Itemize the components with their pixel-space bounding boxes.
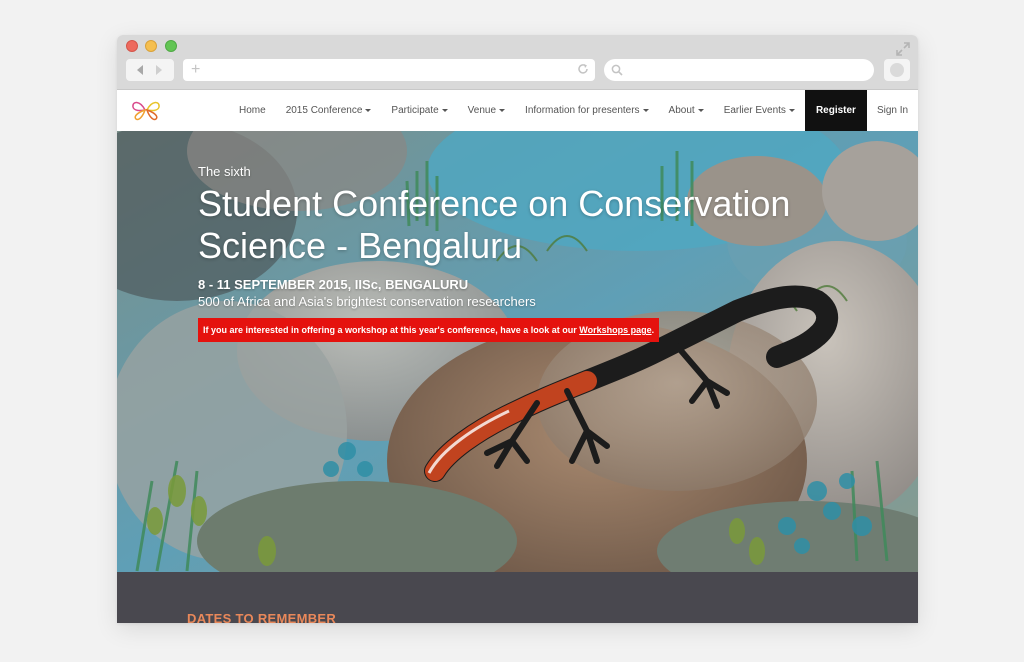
caret-down-icon <box>788 108 795 112</box>
register-button[interactable]: Register <box>804 90 867 131</box>
site-navbar: Home 2015 Conference Participate Venue I… <box>117 90 918 132</box>
hero-tagline: 500 of Africa and Asia's brightest conse… <box>198 294 536 309</box>
main-menu: Home 2015 Conference Participate Venue I… <box>229 90 918 131</box>
extension-icon <box>890 63 904 77</box>
nav-information-for-presenters[interactable]: Information for presenters <box>515 90 659 131</box>
dates-section: DATES TO REMEMBER <box>117 572 918 623</box>
caret-down-icon <box>365 108 372 112</box>
nav-home[interactable]: Home <box>229 90 276 131</box>
minimize-dot-icon[interactable] <box>145 40 157 52</box>
reload-icon[interactable] <box>577 63 589 75</box>
search-icon <box>611 64 623 76</box>
page-title: Student Conference on Conservation Scien… <box>198 183 791 266</box>
caret-down-icon <box>441 108 448 112</box>
conference-dates: 8 - 11 SEPTEMBER 2015, IISc, BENGALURU <box>198 277 469 292</box>
nav-earlier-events[interactable]: Earlier Events <box>714 90 805 131</box>
alert-period: . <box>651 325 655 335</box>
workshops-page-link[interactable]: Workshops page <box>579 325 651 335</box>
close-dot-icon[interactable] <box>126 40 138 52</box>
dates-heading: DATES TO REMEMBER <box>187 611 337 623</box>
nav-2015-conference[interactable]: 2015 Conference <box>276 90 382 131</box>
expand-icon[interactable] <box>896 42 910 56</box>
plus-icon[interactable]: + <box>191 62 200 78</box>
caret-down-icon <box>499 108 506 112</box>
browser-window: + Home 2015 Conference Participate Venue… <box>117 35 918 623</box>
zoom-dot-icon[interactable] <box>165 40 177 52</box>
caret-down-icon <box>697 108 704 112</box>
nav-about[interactable]: About <box>659 90 714 131</box>
hero-eyebrow: The sixth <box>198 164 251 179</box>
back-arrow-icon[interactable] <box>135 64 145 76</box>
butterfly-logo[interactable] <box>130 98 162 122</box>
forward-arrow-icon[interactable] <box>154 64 164 76</box>
sign-in-link[interactable]: Sign In <box>867 90 918 131</box>
hero-content: The sixth Student Conference on Conserva… <box>198 164 828 342</box>
extension-button[interactable] <box>884 59 910 81</box>
browser-search-input[interactable] <box>604 59 874 81</box>
hero-banner: The sixth Student Conference on Conserva… <box>117 131 918 572</box>
address-bar[interactable]: + <box>183 59 595 81</box>
alert-text: If you are interested in offering a work… <box>203 325 580 335</box>
caret-down-icon <box>642 108 649 112</box>
workshop-alert: If you are interested in offering a work… <box>198 318 660 342</box>
nav-venue[interactable]: Venue <box>458 90 515 131</box>
browser-toolbar: + <box>117 35 918 90</box>
history-buttons <box>126 59 174 81</box>
nav-participate[interactable]: Participate <box>381 90 457 131</box>
